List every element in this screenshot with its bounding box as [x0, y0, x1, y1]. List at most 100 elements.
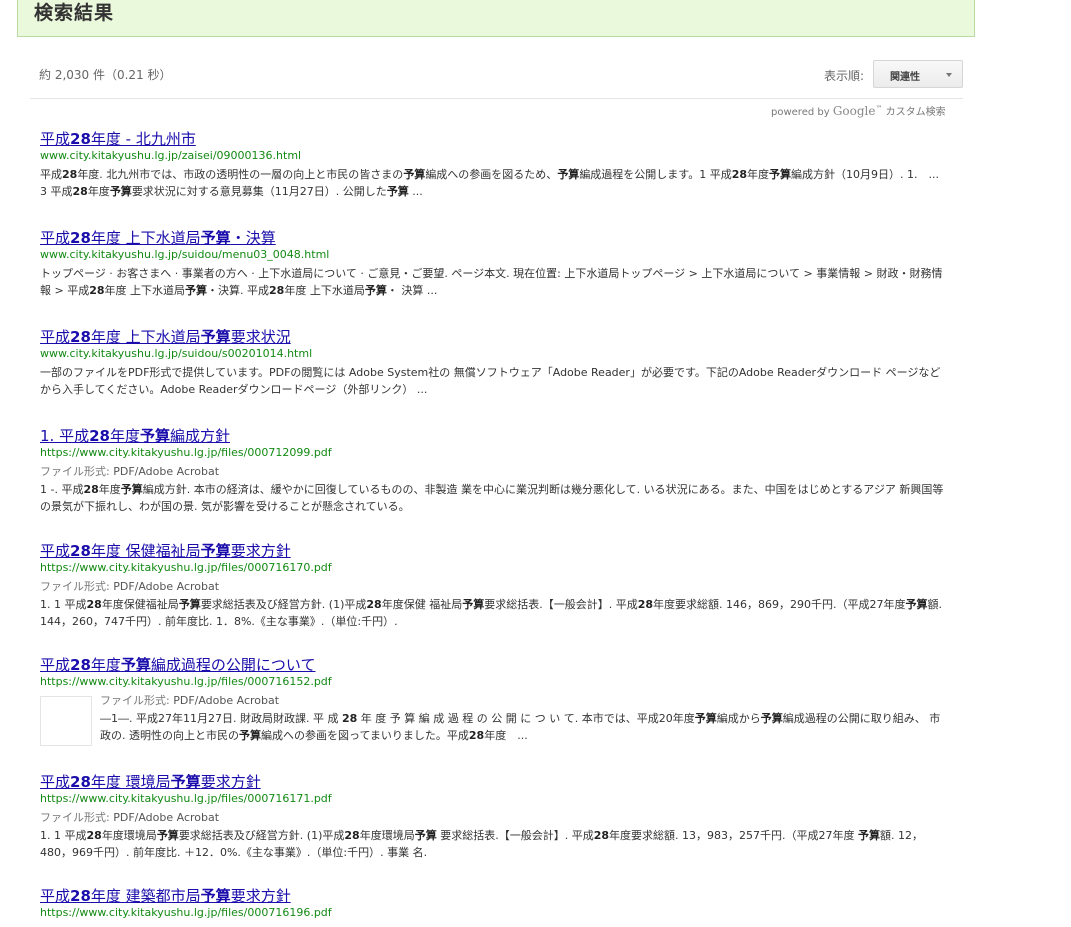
highlighted-term: 予算: [200, 542, 231, 560]
chevron-down-icon: [946, 73, 952, 77]
highlighted-term: 28: [593, 829, 610, 842]
result-url: https://www.city.kitakyushu.lg.jp/files/…: [40, 446, 332, 459]
highlighted-term: 予算: [364, 284, 387, 297]
highlighted-term: 28: [83, 483, 99, 496]
highlighted-term: 予算: [760, 712, 783, 725]
result-snippet: 平成28年度. 北九州市では、市政の透明性の一層の向上と市民の皆さまの予算編成へ…: [40, 166, 945, 200]
result-title-link[interactable]: 1. 平成28年度予算編成方針: [40, 427, 945, 445]
page-title: 検索結果: [34, 2, 115, 24]
text-fragment: 平成: [40, 773, 71, 791]
text-fragment: 年 度 予 算 編 成 過 程 の 公 開 に つ い て. 本市では、平成20…: [357, 712, 695, 725]
text-fragment: 編成への参画を図ってまいりました。平成: [261, 729, 469, 742]
highlighted-term: 予算: [905, 598, 928, 611]
text-fragment: 平成: [40, 542, 71, 560]
result-snippet: 一部のファイルをPDF形式で提供しています。PDFの閲覧には Adobe Sys…: [40, 364, 945, 398]
file-type-value: PDF/Adobe Acrobat: [113, 811, 220, 824]
text-fragment: 要求状況: [230, 328, 291, 346]
text-fragment: 年度保健 福祉局: [381, 598, 463, 611]
result-title-link[interactable]: 平成28年度 保健福祉局予算要求方針: [40, 542, 945, 560]
text-fragment: ・決算. 平成: [207, 284, 270, 297]
text-fragment: 平成: [40, 887, 71, 905]
result-file-type: ファイル形式: PDF/Adobe Acrobat: [40, 810, 945, 825]
text-fragment: 年度 上下水道局: [90, 229, 201, 247]
text-fragment: 年度 保健福祉局: [90, 542, 201, 560]
file-type-value: PDF/Adobe Acrobat: [113, 580, 220, 593]
result-snippet: 1 -. 平成28年度予算編成方針. 本市の経済は、緩やかに回復しているものの、…: [40, 481, 945, 515]
search-result: 1. 平成28年度予算編成方針 https://www.city.kitakyu…: [40, 427, 945, 515]
text-fragment: 1. 平成: [40, 427, 90, 445]
search-result: 平成28年度予算編成過程の公開について https://www.city.kit…: [40, 656, 945, 746]
highlighted-term: 28: [70, 773, 91, 791]
text-fragment: ・ 決算 ...: [386, 284, 438, 297]
sort-label: 表示順:: [824, 69, 865, 83]
result-url: https://www.city.kitakyushu.lg.jp/files/…: [40, 675, 332, 688]
highlighted-term: 予算: [139, 427, 170, 445]
file-type-label: ファイル形式:: [40, 580, 110, 593]
highlighted-term: 28: [70, 130, 91, 148]
file-type-label: ファイル形式:: [40, 811, 110, 824]
text-fragment: 年度: [747, 168, 770, 181]
sort-order-dropdown[interactable]: 関連性: [873, 60, 963, 88]
result-title-link[interactable]: 平成28年度 上下水道局予算・決算: [40, 229, 945, 247]
file-type-value: PDF/Adobe Acrobat: [173, 694, 280, 707]
text-fragment: 年度: [87, 185, 110, 198]
result-thumbnail[interactable]: [40, 696, 92, 746]
highlighted-term: 28: [89, 427, 110, 445]
file-type-label: ファイル形式:: [100, 694, 170, 707]
text-fragment: 平成: [40, 168, 62, 181]
highlighted-term: 予算: [156, 829, 179, 842]
text-fragment: 年度要求総額. 146，869，290千円.（平成27年度: [653, 598, 906, 611]
text-fragment: ・決算: [230, 229, 276, 247]
result-title-link[interactable]: 平成28年度 - 北九州市: [40, 130, 945, 148]
text-fragment: 年度. 北九州市では、市政の透明性の一層の向上と市民の皆さまの: [77, 168, 404, 181]
highlighted-term: 予算: [200, 328, 231, 346]
text-fragment: 要求総括表及び経営方針. (1)平成: [178, 829, 345, 842]
highlighted-term: 予算: [120, 483, 143, 496]
highlighted-term: 予算: [414, 829, 437, 842]
text-fragment: 要求方針: [230, 542, 291, 560]
text-fragment: 1 -. 平成: [40, 483, 84, 496]
result-title-link[interactable]: 平成28年度 建築都市局予算要求方針: [40, 887, 945, 905]
highlighted-term: 予算: [239, 729, 261, 742]
highlighted-term: 28: [70, 229, 91, 247]
text-fragment: 一部のファイルをPDF形式で提供しています。PDFの閲覧には Adobe Sys…: [40, 366, 941, 396]
text-fragment: 編成への参画を図るため、: [425, 168, 558, 181]
highlighted-term: 28: [341, 712, 358, 725]
highlighted-term: 28: [637, 598, 654, 611]
text-fragment: 年度: [98, 483, 121, 496]
result-snippet: ―1―. 平成27年11月27日. 財政局財政課. 平 成 28 年 度 予 算…: [100, 710, 945, 744]
highlighted-term: 予算: [403, 168, 426, 181]
search-result: 平成28年度 保健福祉局予算要求方針 https://www.city.kita…: [40, 542, 945, 630]
highlighted-term: 28: [366, 598, 382, 611]
text-fragment: 要求総括表.【一般会計】. 平成: [436, 829, 594, 842]
highlighted-term: 28: [731, 168, 748, 181]
result-snippet: トップページ · お客さまへ · 事業者の方へ · 上下水道局について · ご意…: [40, 265, 945, 299]
divider: [30, 98, 963, 99]
text-fragment: 要求状況に対する意見募集（11月27日）. 公開した: [131, 185, 387, 198]
result-url: www.city.kitakyushu.lg.jp/suidou/menu03_…: [40, 248, 330, 261]
text-fragment: 編成から: [716, 712, 761, 725]
highlighted-term: 予算: [109, 185, 132, 198]
highlighted-term: 28: [89, 284, 105, 297]
result-title-link[interactable]: 平成28年度 環境局予算要求方針: [40, 773, 945, 791]
highlighted-term: 予算: [858, 829, 880, 842]
google-logo: Google: [832, 104, 876, 118]
highlighted-term: 28: [70, 542, 91, 560]
text-fragment: 年度 上下水道局: [90, 328, 201, 346]
results-header-bar: 検索結果: [17, 0, 975, 37]
sort-value: 関連性: [890, 72, 920, 83]
text-fragment: 編成過程を公開します。1 平成: [579, 168, 732, 181]
text-fragment: 要求総括表.【一般会計】. 平成: [484, 598, 638, 611]
result-url: https://www.city.kitakyushu.lg.jp/files/…: [40, 906, 332, 919]
result-title-link[interactable]: 平成28年度 上下水道局予算要求状況: [40, 328, 945, 346]
text-fragment: 要求総括表及び経営方針. (1)平成: [200, 598, 367, 611]
result-title-link[interactable]: 平成28年度予算編成過程の公開について: [40, 656, 945, 674]
search-result: 平成28年度 上下水道局予算・決算 www.city.kitakyushu.lg…: [40, 229, 945, 299]
text-fragment: 年度 建築都市局: [90, 887, 201, 905]
highlighted-term: 28: [468, 729, 485, 742]
text-fragment: 1. 1 平成: [40, 829, 87, 842]
text-fragment: 年度保健福祉局: [101, 598, 179, 611]
text-fragment: 年度 上下水道局: [284, 284, 365, 297]
powered-suffix: カスタム検索: [885, 107, 946, 118]
text-fragment: 年度 - 北九州市: [90, 130, 196, 148]
